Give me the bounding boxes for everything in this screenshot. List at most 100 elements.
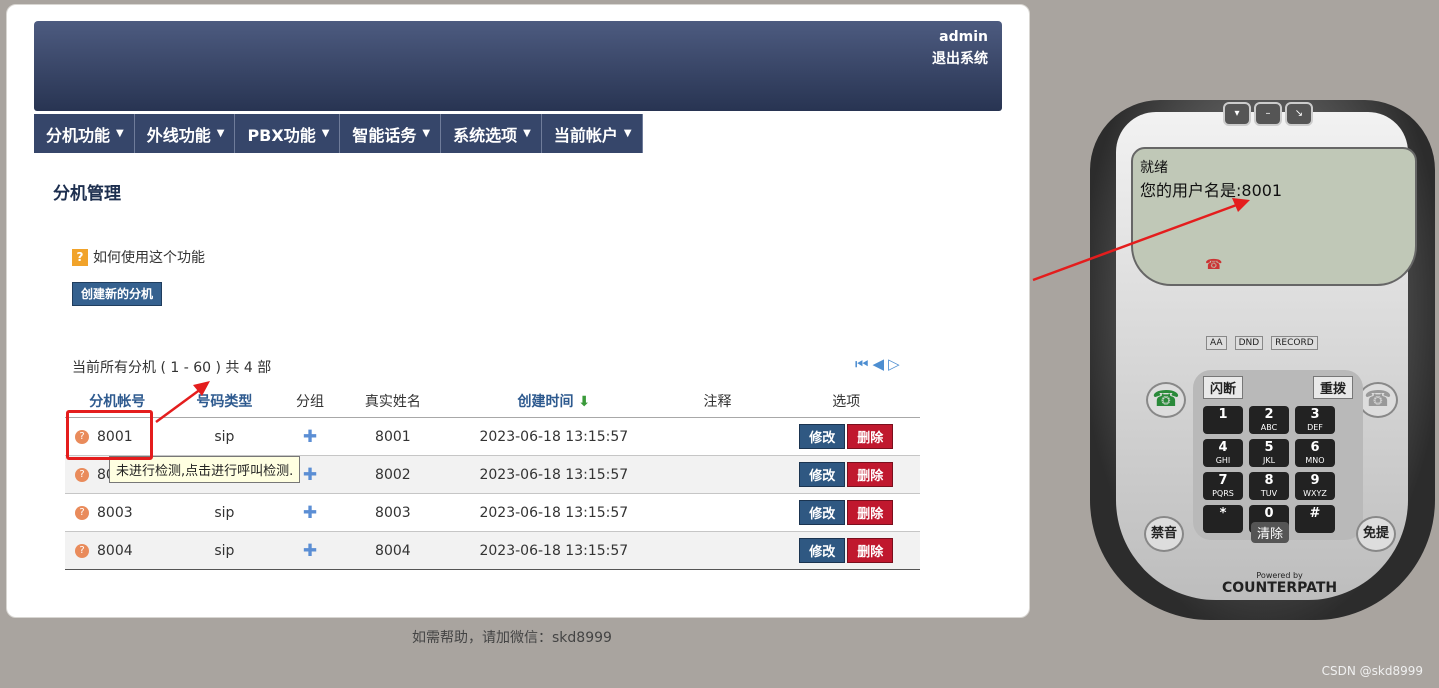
speaker-button[interactable]: 免提 <box>1356 516 1396 552</box>
key-letters: WXYZ <box>1303 489 1327 498</box>
caret-down-icon: ▼ <box>321 128 330 139</box>
hangup-button[interactable]: ☎ <box>1358 382 1398 418</box>
key-letters: GHI <box>1215 456 1231 465</box>
key-8[interactable]: 8 TUV <box>1249 472 1289 500</box>
group-icon[interactable]: ✚ <box>303 465 317 485</box>
key-digit: 6 <box>1310 440 1320 455</box>
edit-button[interactable]: 修改 <box>799 424 846 449</box>
delete-button[interactable]: 删除 <box>847 538 894 563</box>
call-icon: ☎ <box>1152 387 1180 412</box>
key-2[interactable]: 2 ABC <box>1249 406 1289 434</box>
key-6[interactable]: 6 MNO <box>1295 439 1335 467</box>
phone-display: 就绪 您的用户名是:8001 ☎ <box>1131 147 1417 286</box>
flash-button[interactable]: 闪断 <box>1203 376 1244 399</box>
delete-button[interactable]: 删除 <box>847 462 894 487</box>
aa-button[interactable]: AA <box>1206 336 1227 350</box>
nav-label: 当前帐户 <box>553 125 618 145</box>
key-digit: 8 <box>1264 473 1274 488</box>
key-9[interactable]: 9 WXYZ <box>1295 472 1335 500</box>
edit-button[interactable]: 修改 <box>799 500 846 525</box>
type-cell: sip <box>169 531 280 570</box>
call-check-icon[interactable]: ? <box>75 505 89 520</box>
edit-button[interactable]: 修改 <box>799 538 846 563</box>
menu-icon[interactable]: ▾ <box>1223 102 1251 126</box>
nav-system[interactable]: 系统选项 ▼ <box>441 114 542 153</box>
key-letters: PQRS <box>1212 489 1234 498</box>
current-user: admin <box>939 29 988 45</box>
edit-button[interactable]: 修改 <box>799 462 846 487</box>
key-star[interactable]: * <box>1203 505 1243 533</box>
key-digit: 3 <box>1310 407 1320 422</box>
col-options: 选项 <box>772 384 920 418</box>
mute-button[interactable]: 禁音 <box>1144 516 1184 552</box>
ext-cell: ? 8004 <box>65 531 170 570</box>
group-cell: ✚ <box>279 417 341 456</box>
first-page-icon[interactable]: ⏮ <box>855 355 869 373</box>
redial-button[interactable]: 重拨 <box>1312 376 1353 399</box>
key-4[interactable]: 4 GHI <box>1203 439 1243 467</box>
minimize-icon[interactable]: – <box>1254 102 1282 126</box>
options-cell: 修改 删除 <box>772 493 920 532</box>
close-icon[interactable]: ↘ <box>1285 102 1313 126</box>
type-cell: sip <box>169 417 280 456</box>
nav-account[interactable]: 当前帐户 ▼ <box>541 114 643 153</box>
clear-button[interactable]: 清除 <box>1251 522 1290 543</box>
nav-label: PBX功能 <box>247 125 316 145</box>
ext-cell: ? 8003 <box>65 493 170 532</box>
call-check-icon[interactable]: ? <box>75 543 89 558</box>
list-summary: 当前所有分机 ( 1 - 60 ) 共 4 部 <box>72 360 272 376</box>
key-digit: # <box>1309 506 1321 521</box>
call-check-icon[interactable]: ? <box>75 467 89 482</box>
call-button[interactable]: ☎ <box>1146 382 1186 418</box>
delete-button[interactable]: 删除 <box>847 500 894 525</box>
key-digit: 2 <box>1264 407 1274 422</box>
hangup-icon: ☎ <box>1364 387 1392 412</box>
key-5[interactable]: 5 JKL <box>1249 439 1289 467</box>
group-icon[interactable]: ✚ <box>303 503 317 523</box>
create-extension-button[interactable]: 创建新的分机 <box>72 282 163 306</box>
key-letters: DEF <box>1307 423 1323 432</box>
nav-label: 分机功能 <box>46 125 111 145</box>
type-cell: sip <box>169 493 280 532</box>
group-cell: ✚ <box>279 531 341 570</box>
group-cell: ✚ <box>279 493 341 532</box>
key-hash[interactable]: # <box>1295 505 1335 533</box>
name-cell: 8002 <box>340 455 446 494</box>
phone-username: 您的用户名是:8001 <box>1140 181 1283 200</box>
key-3[interactable]: 3 DEF <box>1295 406 1335 434</box>
pager: ⏮ ◀ ▷ <box>855 355 900 373</box>
record-button[interactable]: RECORD <box>1271 336 1318 350</box>
created-cell: 2023-06-18 13:15:57 <box>445 455 663 494</box>
group-icon[interactable]: ✚ <box>303 427 317 447</box>
col-type[interactable]: 号码类型 <box>169 384 280 418</box>
key-letters: MNO <box>1305 456 1325 465</box>
col-created-label: 创建时间 <box>517 393 574 410</box>
nav-smart-call[interactable]: 智能话务 ▼ <box>340 114 442 153</box>
delete-button[interactable]: 删除 <box>847 424 894 449</box>
key-1[interactable]: 1 <box>1203 406 1243 434</box>
main-nav: 分机功能 ▼ 外线功能 ▼ PBX功能 ▼ 智能话务 ▼ 系统选项 ▼ 当前帐户 ▼ <box>34 114 643 153</box>
help-link[interactable]: ? 如何使用这个功能 <box>72 247 205 267</box>
note-cell <box>662 417 773 456</box>
col-name: 真实姓名 <box>340 384 446 418</box>
options-cell: 修改 删除 <box>772 455 920 494</box>
table-row: ? 8003 sip ✚ 8003 2023-06-18 13:15:57 修改删… <box>65 493 920 532</box>
nav-extension[interactable]: 分机功能 ▼ <box>34 114 135 153</box>
watermark: CSDN @skd8999 <box>1321 664 1423 678</box>
note-cell <box>662 455 773 494</box>
logout-link[interactable]: 退出系统 <box>932 48 988 68</box>
group-icon[interactable]: ✚ <box>303 541 317 561</box>
col-created[interactable]: 创建时间 ⬇ <box>445 384 663 418</box>
created-cell: 2023-06-18 13:15:57 <box>445 493 663 532</box>
dnd-button[interactable]: DND <box>1234 336 1264 350</box>
nav-pbx[interactable]: PBX功能 ▼ <box>235 114 341 153</box>
name-cell: 8001 <box>340 417 446 456</box>
prev-page-icon[interactable]: ◀ <box>873 355 885 373</box>
nav-trunk[interactable]: 外线功能 ▼ <box>134 114 236 153</box>
next-page-icon[interactable]: ▷ <box>888 355 900 373</box>
phone-icon: ☎ <box>1205 257 1223 273</box>
brand-name: COUNTERPATH <box>1222 580 1338 596</box>
brand-logo: Powered by COUNTERPATH <box>1222 570 1338 596</box>
key-7[interactable]: 7 PQRS <box>1203 472 1243 500</box>
key-digit: * <box>1219 506 1227 521</box>
